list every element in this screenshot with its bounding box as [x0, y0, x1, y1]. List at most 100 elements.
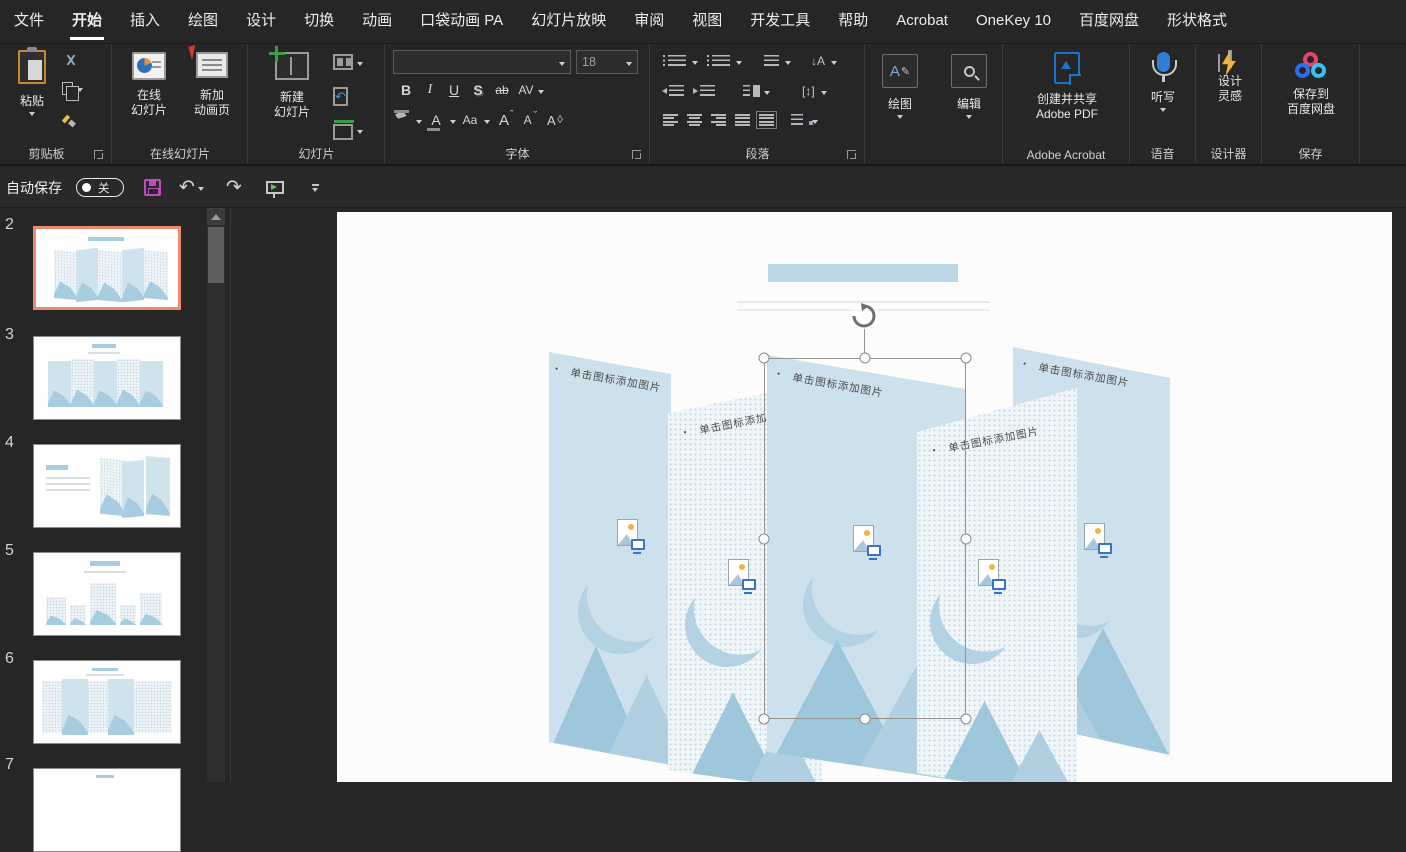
title-placeholder[interactable]	[768, 264, 958, 282]
cut-button[interactable]	[62, 52, 80, 70]
save-to-baidu-button[interactable]: 保存到 百度网盘	[1272, 52, 1350, 117]
new-animation-page-button[interactable]: 新加 动画页	[183, 43, 241, 118]
tab-transitions[interactable]: 切换	[290, 0, 348, 43]
dialog-launcher-icon[interactable]	[94, 150, 103, 159]
font-name-combo[interactable]	[393, 50, 571, 74]
tab-onekey[interactable]: OneKey 10	[962, 0, 1065, 43]
tab-pocket-animation[interactable]: 口袋动画 PA	[406, 0, 517, 43]
highlight-button[interactable]	[394, 111, 414, 129]
slide-thumbnail-7[interactable]	[33, 768, 181, 852]
draw-button[interactable]: A ✎ 绘图	[880, 54, 920, 119]
paste-button[interactable]: 粘贴	[8, 47, 56, 116]
columns-icon[interactable]	[743, 85, 750, 97]
align-right-icon[interactable]	[711, 114, 726, 126]
scrollbar-thumb[interactable]	[208, 227, 224, 283]
layout-button[interactable]	[333, 54, 363, 70]
tab-home[interactable]: 开始	[58, 0, 116, 43]
editing-canvas: • 单击图标添加图片 • 单击图标添加图片 • 单击图标添加图片 • 单击图标添…	[231, 208, 1406, 782]
slide-editing-area[interactable]: • 单击图标添加图片 • 单击图标添加图片 • 单击图标添加图片 • 单击图标添…	[337, 212, 1392, 782]
font-color-button[interactable]: A	[424, 108, 448, 132]
italic-button[interactable]: I	[418, 78, 442, 102]
resize-handle-top-center[interactable]	[859, 352, 871, 364]
save-icon[interactable]	[144, 179, 161, 196]
picture-placeholder-icon[interactable]	[978, 559, 1006, 594]
folding-panel-1[interactable]: • 单击图标添加图片	[549, 352, 671, 765]
design-ideas-button[interactable]: 设计 灵感	[1210, 50, 1250, 104]
picture-placeholder-icon[interactable]	[617, 519, 645, 554]
font-size-value: 18	[582, 55, 596, 69]
tab-acrobat[interactable]: Acrobat	[882, 0, 962, 43]
align-center-icon[interactable]	[687, 114, 702, 126]
panel-placeholder-text[interactable]: • 单击图标添加图片	[1022, 357, 1131, 390]
resize-handle-bottom-left[interactable]	[758, 713, 770, 725]
character-spacing-button[interactable]: AV	[514, 78, 538, 102]
tab-animations[interactable]: 动画	[348, 0, 406, 43]
create-pdf-button[interactable]: 创建并共享 Adobe PDF	[1017, 52, 1117, 122]
resize-handle-bottom-center[interactable]	[859, 713, 871, 725]
text-direction-icon[interactable]: ↓A	[811, 54, 825, 68]
slide-thumbnail-4[interactable]	[33, 444, 181, 528]
numbering-icon[interactable]	[707, 55, 730, 67]
increase-indent-icon[interactable]	[693, 85, 715, 97]
tab-file[interactable]: 文件	[0, 0, 58, 43]
tab-help[interactable]: 帮助	[824, 0, 882, 43]
tab-developer[interactable]: 开发工具	[736, 0, 824, 43]
cursor-icon	[188, 43, 204, 61]
align-text-icon[interactable]: [↕]	[802, 84, 815, 98]
tab-baidu-netdisk[interactable]: 百度网盘	[1065, 0, 1153, 43]
underline-button[interactable]: U	[442, 78, 466, 102]
line-spacing-icon[interactable]	[764, 55, 779, 67]
online-slides-button[interactable]: 在线 幻灯片	[121, 52, 177, 118]
align-left-icon[interactable]	[663, 114, 678, 126]
decrease-indent-icon[interactable]	[662, 85, 684, 97]
tab-draw[interactable]: 绘图	[174, 0, 232, 43]
thumbnail-scrollbar[interactable]	[207, 208, 225, 782]
picture-placeholder-icon[interactable]	[1084, 523, 1112, 558]
tab-slideshow[interactable]: 幻灯片放映	[517, 0, 620, 43]
slide-thumbnail-2[interactable]	[33, 226, 181, 310]
autosave-toggle[interactable]: 关	[76, 178, 124, 197]
slide-thumbnail-3[interactable]	[33, 336, 181, 420]
tab-review[interactable]: 审阅	[620, 0, 678, 43]
dialog-launcher-icon[interactable]	[632, 150, 641, 159]
undo-button[interactable]: ↶	[179, 178, 204, 197]
edit-button[interactable]: 编辑	[949, 54, 989, 119]
bullets-icon[interactable]	[663, 55, 686, 67]
smartart-convert-icon[interactable]	[791, 114, 803, 126]
dropdown-arrow-icon	[692, 60, 698, 65]
bold-button[interactable]: B	[394, 78, 418, 102]
text-shadow-button[interactable]: S	[466, 78, 490, 102]
tab-shape-format[interactable]: 形状格式	[1153, 0, 1241, 43]
dictate-button[interactable]: 听写	[1144, 52, 1182, 112]
font-group-label: 字体	[505, 147, 530, 161]
align-justify-icon[interactable]	[735, 114, 750, 126]
copy-button[interactable]	[62, 82, 83, 101]
dialog-launcher-icon[interactable]	[847, 150, 856, 159]
scroll-up-icon[interactable]	[207, 208, 225, 225]
strikethrough-button[interactable]: ab	[490, 78, 514, 102]
reset-button[interactable]: ↶	[333, 87, 348, 106]
picture-placeholder-icon[interactable]	[728, 559, 756, 594]
slide-thumbnail-6[interactable]	[33, 660, 181, 744]
qat-customize-icon[interactable]	[311, 183, 320, 192]
redo-icon[interactable]: ↷	[226, 178, 242, 197]
resize-handle-mid-left[interactable]	[758, 533, 770, 545]
resize-handle-mid-right[interactable]	[960, 533, 972, 545]
new-slide-button[interactable]: 新建 幻灯片	[263, 46, 321, 120]
rotate-handle-icon[interactable]	[850, 302, 878, 330]
distribute-icon[interactable]	[756, 111, 777, 129]
resize-handle-top-right[interactable]	[960, 352, 972, 364]
slide-number: 2	[5, 216, 14, 233]
panel-placeholder-text[interactable]: • 单击图标添加图片	[554, 362, 663, 395]
section-button[interactable]	[333, 120, 363, 140]
resize-handle-bottom-right[interactable]	[960, 713, 972, 725]
slide-thumbnail-5[interactable]	[33, 552, 181, 636]
tab-view[interactable]: 视图	[678, 0, 736, 43]
tab-design[interactable]: 设计	[232, 0, 290, 43]
start-slideshow-icon[interactable]	[265, 181, 284, 198]
resize-handle-top-left[interactable]	[758, 352, 770, 364]
tab-insert[interactable]: 插入	[116, 0, 174, 43]
change-case-button[interactable]: Aa	[458, 108, 482, 132]
selection-box[interactable]	[764, 358, 966, 719]
font-size-combo[interactable]: 18	[576, 50, 638, 74]
